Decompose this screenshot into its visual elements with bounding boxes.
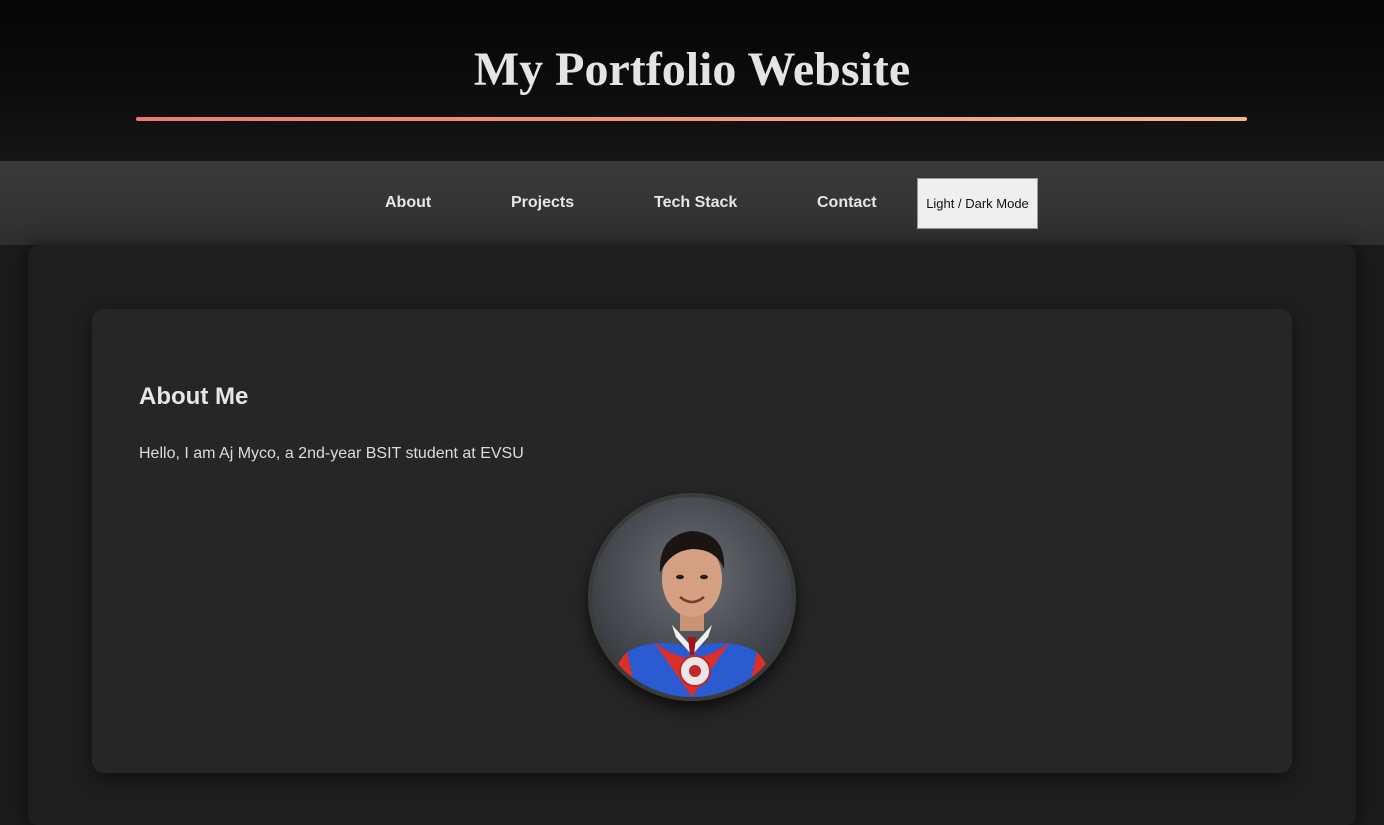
about-heading: About Me bbox=[139, 383, 249, 410]
title-underline bbox=[136, 117, 1247, 121]
about-text: Hello, I am Aj Myco, a 2nd-year BSIT stu… bbox=[139, 445, 524, 462]
nav-bar: About Projects Tech Stack Contact Light … bbox=[0, 161, 1384, 245]
profile-photo-avatar bbox=[588, 493, 796, 701]
nav-link-tech-stack[interactable]: Tech Stack bbox=[654, 161, 737, 245]
profile-photo-icon bbox=[592, 497, 792, 697]
theme-toggle-button[interactable]: Light / Dark Mode bbox=[917, 178, 1038, 229]
nav-link-about[interactable]: About bbox=[385, 161, 431, 245]
site-header: My Portfolio Website bbox=[0, 0, 1384, 161]
nav-link-contact[interactable]: Contact bbox=[817, 161, 877, 245]
page-title: My Portfolio Website bbox=[473, 43, 911, 96]
nav-link-projects[interactable]: Projects bbox=[511, 161, 574, 245]
